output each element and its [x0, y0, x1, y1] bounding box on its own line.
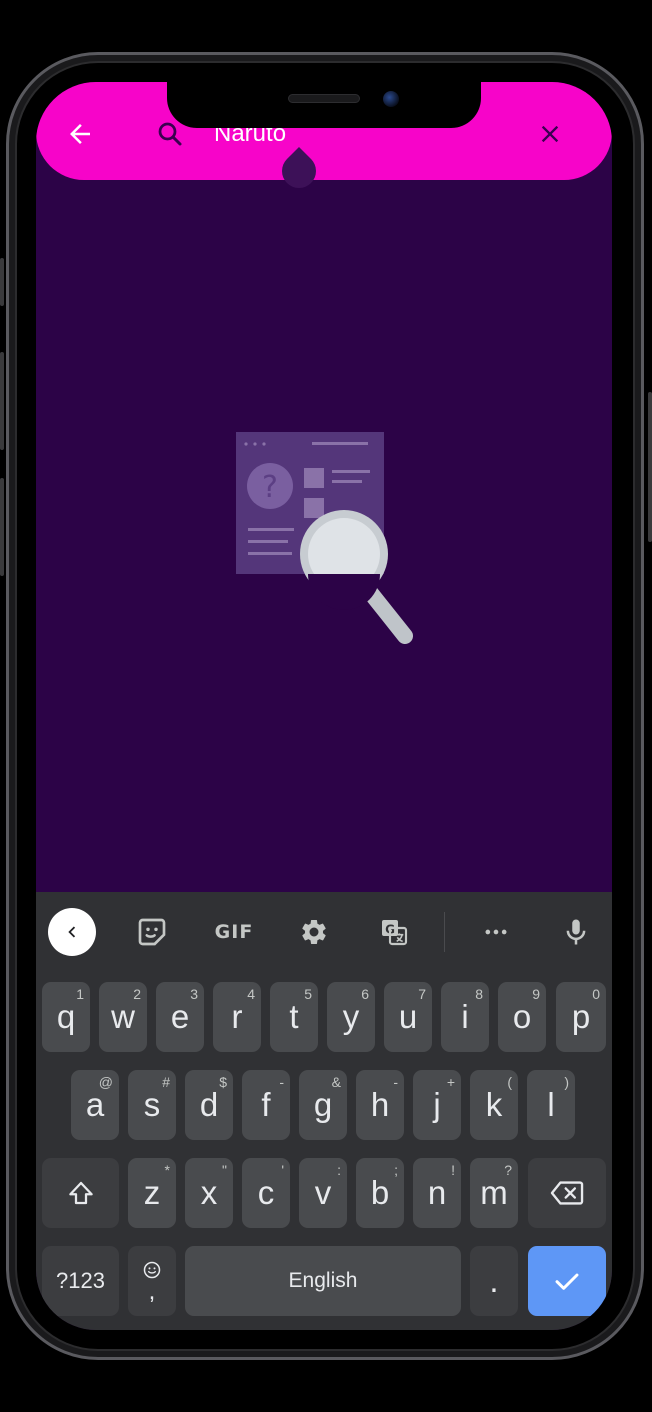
key-u[interactable]: u7 — [384, 982, 432, 1052]
power-button — [648, 392, 652, 542]
key-y[interactable]: y6 — [327, 982, 375, 1052]
emoji-icon — [143, 1261, 161, 1279]
gif-button[interactable]: GIF — [208, 908, 260, 956]
key-e[interactable]: e3 — [156, 982, 204, 1052]
checkmark-icon — [555, 1273, 579, 1290]
shift-icon — [68, 1181, 93, 1205]
key-l[interactable]: l) — [527, 1070, 575, 1140]
key-s[interactable]: s # — [128, 1070, 176, 1140]
key-n[interactable]: n! — [413, 1158, 461, 1228]
key-j[interactable]: j + — [413, 1070, 461, 1140]
on-screen-keyboard: GIF G q 1 w 2 e 3 r 4 t 5 y 6 u 7 i 8 o … — [36, 892, 612, 1330]
gear-icon — [302, 919, 326, 944]
key-g[interactable]: g & — [299, 1070, 347, 1140]
backspace-key[interactable] — [528, 1158, 606, 1228]
settings-button[interactable] — [294, 908, 334, 956]
emoji-comma-key[interactable]: , — [128, 1246, 176, 1316]
key-m[interactable]: m? — [470, 1158, 518, 1228]
key-c[interactable]: c ' — [242, 1158, 290, 1228]
key-t[interactable]: t5 — [270, 982, 318, 1052]
key-f[interactable]: f- — [242, 1070, 290, 1140]
sticker-icon — [138, 918, 166, 946]
more-button[interactable] — [476, 908, 516, 956]
sticker-button[interactable] — [132, 908, 172, 956]
key-x[interactable]: x " — [185, 1158, 233, 1228]
key-r[interactable]: r4 — [213, 982, 261, 1052]
voice-input-button[interactable] — [556, 908, 596, 956]
key-b[interactable]: b; — [356, 1158, 404, 1228]
key-z[interactable]: z * — [128, 1158, 176, 1228]
mute-switch — [0, 258, 4, 306]
search-app-bar — [36, 82, 612, 180]
svg-text:?: ? — [262, 470, 278, 505]
key-w[interactable]: w2 — [99, 982, 147, 1052]
period-key[interactable]: . — [470, 1246, 518, 1316]
key-v[interactable]: v: — [299, 1158, 347, 1228]
shift-key[interactable] — [42, 1158, 119, 1228]
clear-search-button[interactable] — [528, 112, 572, 156]
done-key[interactable] — [528, 1246, 606, 1316]
key-o[interactable]: o9 — [498, 982, 546, 1052]
earpiece-speaker — [288, 94, 360, 103]
key-q[interactable]: q1 — [42, 982, 90, 1052]
translate-button[interactable]: G — [374, 908, 414, 956]
backspace-icon — [550, 1181, 584, 1205]
toolbar-divider — [444, 912, 445, 952]
key-d[interactable]: d $ — [185, 1070, 233, 1140]
chevron-left-icon — [68, 926, 76, 938]
key-a[interactable]: a @ — [71, 1070, 119, 1140]
key-i[interactable]: i8 — [441, 982, 489, 1052]
space-key[interactable]: English — [185, 1246, 461, 1316]
back-arrow-icon — [70, 124, 90, 144]
collapse-toolbar-button[interactable] — [48, 908, 96, 956]
mic-icon — [566, 919, 586, 945]
volume-up-button — [0, 352, 4, 450]
notch — [167, 82, 481, 128]
gif-icon: GIF — [214, 921, 254, 943]
key-p[interactable]: p0 — [556, 982, 606, 1052]
symbols-key[interactable]: ?123 — [42, 1246, 119, 1316]
document-search-icon: ? — [236, 432, 413, 644]
key-k[interactable]: k( — [470, 1070, 518, 1140]
volume-down-button — [0, 478, 4, 576]
translate-icon: G — [382, 920, 408, 946]
front-camera — [383, 91, 399, 107]
back-button[interactable] — [58, 112, 102, 156]
more-icon — [485, 929, 507, 935]
keyboard-toolbar: GIF G — [36, 892, 612, 976]
key-h[interactable]: h- — [356, 1070, 404, 1140]
close-icon — [541, 125, 559, 143]
screen: ? GIF — [36, 82, 612, 1330]
